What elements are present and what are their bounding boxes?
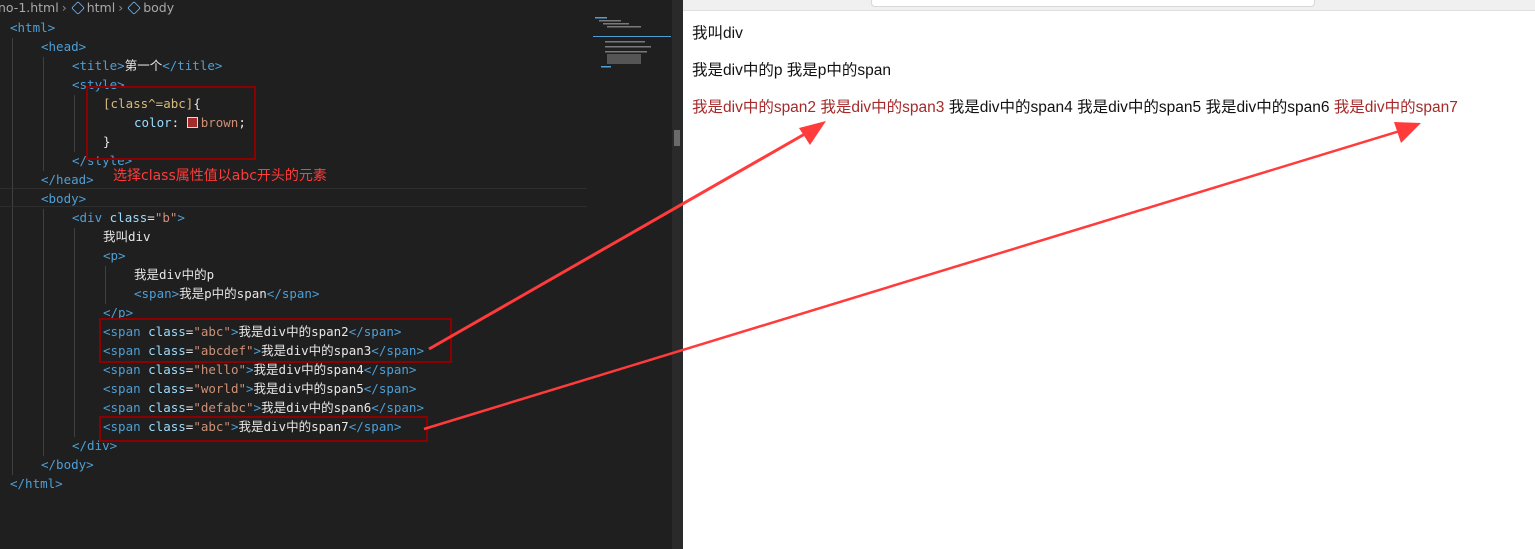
current-line-highlight [0, 188, 587, 207]
address-bar[interactable] [871, 0, 1315, 7]
highlight-box-span7 [99, 416, 428, 442]
code-token: class [148, 362, 186, 377]
span-6: 我是div中的span6 [1205, 99, 1330, 116]
breadcrumb-body[interactable]: body [143, 0, 174, 16]
code-token: > [253, 400, 262, 415]
indent-guide [105, 266, 106, 304]
code-token: "world" [193, 381, 247, 396]
code-token: "b" [154, 210, 178, 225]
code-token: 我是div中的span6 [261, 400, 372, 415]
indent-guide [74, 228, 75, 437]
code-token: <p> [103, 248, 126, 263]
breadcrumb-html[interactable]: html [87, 0, 115, 16]
code-token: </span> [371, 400, 424, 415]
editor-scrollbar[interactable] [672, 0, 683, 549]
code-line[interactable]: <head> [41, 37, 86, 56]
code-token: "defabc" [193, 400, 254, 415]
span-2: 我是div中的span2 [692, 99, 817, 116]
breadcrumb-file[interactable]: no-1.html [0, 0, 59, 16]
code-editor[interactable]: no-1.html › html › body <html> <head> <title>第… [0, 0, 683, 549]
breadcrumb: no-1.html › html › body [0, 0, 683, 18]
code-token: > [246, 362, 254, 377]
code-token: <span [103, 400, 149, 415]
code-token: 第一个 [124, 58, 163, 73]
code-token: 我是div中的span5 [253, 381, 364, 396]
code-token: </span> [363, 362, 417, 377]
code-token: </html> [10, 476, 63, 491]
span-line: 我是div中的span2 我是div中的span3 我是div中的span4 我… [692, 95, 1458, 117]
indent-guide [12, 38, 13, 475]
code-line[interactable]: 我叫div [103, 227, 151, 246]
span-5: 我是div中的span5 [1077, 99, 1202, 116]
code-token: </body> [41, 457, 94, 472]
code-token: class [148, 381, 186, 396]
code-line[interactable]: </head> [41, 170, 94, 189]
code-line[interactable]: 我是div中的p [134, 265, 214, 284]
code-line[interactable]: <html> [10, 18, 55, 37]
scrollbar-thumb[interactable] [674, 130, 680, 146]
paragraph-text: 我是div中的p 我是p中的span [692, 62, 891, 79]
code-token: <html> [10, 20, 56, 35]
code-token: "hello" [193, 362, 247, 377]
code-token: > [177, 210, 185, 225]
code-token: <body> [41, 191, 87, 206]
code-token: <span [103, 362, 149, 377]
highlight-box-style-rule [86, 86, 256, 160]
span-3: 我是div中的span3 [820, 99, 945, 116]
span-4: 我是div中的span4 [948, 99, 1073, 116]
code-line[interactable]: <p> [103, 246, 126, 265]
minimap[interactable] [593, 14, 673, 74]
code-token: <head> [41, 39, 87, 54]
code-token: </title> [162, 58, 223, 73]
code-line[interactable]: </html> [10, 474, 63, 493]
code-token: class [148, 400, 186, 415]
code-token: </head> [41, 172, 94, 187]
annotation-label: 选择class属性值以abc开头的元素 [113, 168, 327, 184]
chevron-right-icon: › [61, 0, 67, 15]
highlight-box-span2-span3 [99, 318, 452, 363]
indent-guide [74, 95, 75, 152]
code-line[interactable]: </body> [41, 455, 94, 474]
browser-viewport: 我叫div 我是div中的p 我是p中的span 我是div中的span2 我是… [683, 0, 1535, 549]
code-line[interactable]: <title>第一个</title> [72, 56, 222, 75]
code-line[interactable]: <span>我是p中的span</span> [134, 284, 319, 303]
indent-guide [43, 209, 44, 456]
span-7: 我是div中的span7 [1333, 99, 1458, 116]
indent-guide [43, 57, 44, 171]
code-token: 我叫div [103, 229, 151, 244]
code-token: = [147, 210, 155, 225]
code-token: 我是div中的span4 [253, 362, 364, 377]
element-icon [70, 1, 85, 15]
code-token: <span [103, 381, 149, 396]
code-token: <span> [134, 286, 180, 301]
code-line[interactable]: <span class="world">我是div中的span5</span> [103, 379, 416, 398]
element-icon [127, 1, 141, 15]
code-token: class [109, 210, 148, 225]
chevron-right-icon: › [118, 0, 124, 15]
code-token: </span> [363, 381, 417, 396]
code-token: <div [72, 210, 110, 225]
code-token: <title> [72, 58, 125, 73]
code-token: > [246, 381, 254, 396]
code-token: 我是div中的p [134, 267, 215, 282]
code-line[interactable]: <body> [41, 189, 86, 208]
code-line[interactable]: <div class="b"> [72, 208, 185, 227]
div-text: 我叫div [692, 25, 743, 42]
code-token: </span> [266, 286, 320, 301]
code-line[interactable]: <span class="defabc">我是div中的span6</span> [103, 398, 424, 417]
browser-toolbar-edge [683, 0, 1535, 11]
code-token: 我是p中的span [179, 286, 267, 301]
